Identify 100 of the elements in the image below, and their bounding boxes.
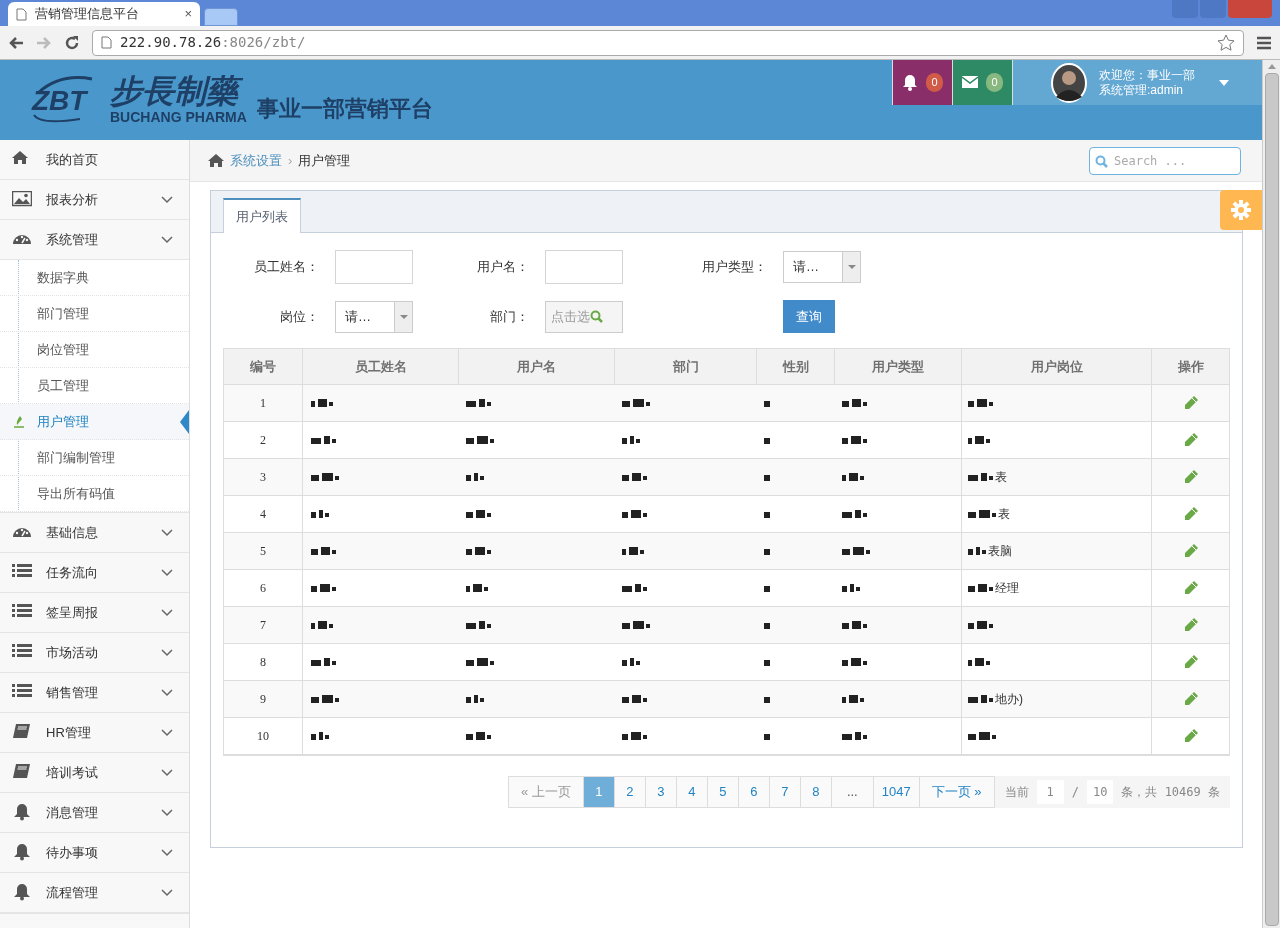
edit-icon[interactable] <box>1183 655 1198 669</box>
page-button[interactable]: 1047 <box>872 776 920 808</box>
redacted-text <box>764 584 770 592</box>
input-field[interactable] <box>335 250 413 284</box>
page-button[interactable]: 7 <box>768 776 801 808</box>
page-button[interactable]: 2 <box>613 776 646 808</box>
redacted-text <box>764 436 770 444</box>
column-header[interactable]: 用户类型 <box>834 349 961 384</box>
redacted-text <box>968 658 990 666</box>
bell-icon <box>12 844 32 861</box>
edit-icon[interactable] <box>1183 507 1198 521</box>
brand-name: 步長制藥 <box>110 72 247 109</box>
sidebar-subitem[interactable]: 数据字典 <box>0 260 189 296</box>
welcome-text: 欢迎您：事业一部 <box>1099 67 1195 83</box>
breadcrumb-link[interactable]: 系统设置 <box>230 150 282 171</box>
field-label: 用户类型： <box>701 258 768 277</box>
column-header[interactable]: 用户名 <box>458 349 614 384</box>
bell-icon <box>902 74 919 91</box>
page-button[interactable]: 3 <box>644 776 677 808</box>
close-icon[interactable]: × <box>184 4 192 24</box>
chevron-icon <box>161 848 173 857</box>
page-button[interactable]: 5 <box>706 776 739 808</box>
search-field[interactable]: Search ... <box>1089 146 1241 175</box>
back-icon[interactable] <box>8 35 24 50</box>
scroll-up-arrow-icon[interactable] <box>1267 64 1276 69</box>
department-picker[interactable]: 点击选 <box>545 300 623 333</box>
sidebar-subitem[interactable]: 岗位管理 <box>0 332 189 368</box>
star-icon[interactable] <box>1217 33 1235 52</box>
brand-subtitle: BUCHANG PHARMA <box>110 108 247 125</box>
table-cell-text: 地办) <box>995 691 1023 708</box>
page-button[interactable]: 4 <box>675 776 708 808</box>
table-cell-text: 2 <box>259 432 267 449</box>
tab[interactable]: 用户列表 <box>223 198 301 233</box>
new-tab-button[interactable] <box>204 8 238 26</box>
current-page-field[interactable]: 1 <box>1036 780 1064 804</box>
redacted-text <box>968 584 993 592</box>
redacted-text <box>622 695 647 703</box>
table-cell-text: 9 <box>259 691 267 708</box>
next-page-button[interactable]: 下一页 » <box>918 776 995 808</box>
select-field[interactable]: 请… <box>335 300 413 333</box>
redacted-text <box>466 436 494 444</box>
pencil-icon <box>14 416 24 428</box>
column-header[interactable]: 员工姓名 <box>302 349 458 384</box>
table-cell-text: 5 <box>259 543 267 560</box>
scrollbar-thumb[interactable] <box>1264 73 1279 926</box>
bell-icon <box>12 804 32 821</box>
chevron-icon <box>161 648 173 657</box>
page-icon <box>16 7 27 21</box>
user-panel[interactable]: 欢迎您：事业一部 系统管理:admin <box>1012 60 1262 105</box>
edit-icon[interactable] <box>1183 581 1198 595</box>
sidebar-subitem[interactable]: 部门编制管理 <box>0 440 189 476</box>
edit-icon[interactable] <box>1183 396 1198 410</box>
browser-tab-title[interactable]: 营销管理信息平台 <box>35 4 177 24</box>
edit-icon[interactable] <box>1183 618 1198 632</box>
redacted-text <box>311 510 329 518</box>
input-field[interactable] <box>545 250 623 284</box>
page-button[interactable]: 8 <box>799 776 832 808</box>
sidebar-subitem[interactable]: 用户管理 <box>0 404 189 440</box>
redacted-text <box>622 436 640 444</box>
edit-icon[interactable] <box>1183 729 1198 743</box>
table-cell-text: 10 <box>256 728 270 745</box>
edit-icon[interactable] <box>1183 433 1198 447</box>
table-cell-text: 7 <box>259 617 267 634</box>
forward-icon[interactable] <box>36 35 52 50</box>
notification-button[interactable]: 0 <box>892 60 952 105</box>
column-header[interactable]: 编号 <box>224 349 302 384</box>
page-size-field[interactable]: 10 <box>1086 780 1114 804</box>
edit-icon[interactable] <box>1183 544 1198 558</box>
redacted-text <box>466 658 494 666</box>
count-badge: 0 <box>926 73 943 92</box>
edit-icon[interactable] <box>1183 470 1198 484</box>
caret-icon[interactable] <box>1219 79 1229 86</box>
page-button[interactable]: 1 <box>582 776 615 808</box>
ellipsis-button[interactable]: ... <box>830 776 874 808</box>
edit-icon[interactable] <box>1183 692 1198 706</box>
menu-icon[interactable] <box>1256 35 1272 50</box>
select-field[interactable]: 请… <box>783 251 861 283</box>
redacted-text <box>764 547 770 555</box>
envelope-icon <box>962 74 979 91</box>
home-icon <box>208 154 224 167</box>
address-bar[interactable]: 222.90.78.26:8026/zbt/ <box>92 29 1244 56</box>
chevron-icon <box>161 808 173 817</box>
sidebar-subitem[interactable]: 部门管理 <box>0 296 189 332</box>
column-header[interactable]: 性别 <box>756 349 834 384</box>
redacted-text <box>466 621 491 629</box>
chevron-icon <box>161 888 173 897</box>
redacted-text <box>764 473 770 481</box>
scrollbar[interactable] <box>1262 60 1280 928</box>
redacted-text <box>968 399 993 407</box>
sidebar-subitem[interactable]: 导出所有码值 <box>0 476 189 512</box>
column-header[interactable]: 部门 <box>614 349 756 384</box>
column-header[interactable]: 操作 <box>1151 349 1229 384</box>
query-button[interactable]: 查询 <box>783 300 835 333</box>
chevron-icon <box>161 728 173 737</box>
reload-icon[interactable] <box>64 34 80 51</box>
chevron-icon <box>161 608 173 617</box>
chevron-icon <box>161 235 173 244</box>
page-button[interactable]: 6 <box>737 776 770 808</box>
column-header[interactable]: 用户岗位 <box>961 349 1151 384</box>
settings-button[interactable] <box>1220 190 1262 230</box>
